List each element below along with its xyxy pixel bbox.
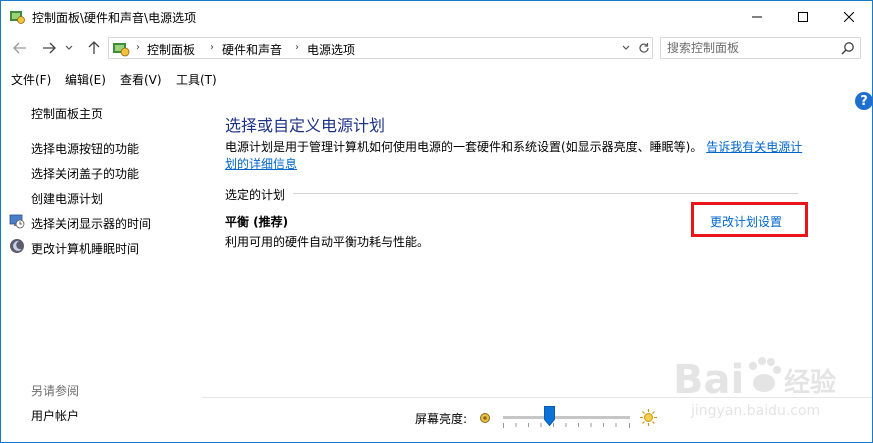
- brightness-slider-ticks: [503, 423, 630, 428]
- help-button[interactable]: ?: [855, 92, 872, 110]
- brightness-label: 屏幕亮度:: [415, 412, 468, 426]
- create-power-plan-link[interactable]: 创建电源计划: [31, 190, 103, 207]
- sleep-moon-icon: [10, 239, 24, 253]
- refresh-icon: [639, 43, 649, 53]
- up-button[interactable]: [84, 38, 104, 58]
- menu-edit[interactable]: 编辑(E): [65, 71, 106, 88]
- watermark-brand: Bai: [673, 357, 744, 403]
- search-icon: [841, 42, 854, 55]
- brightness-low-icon: [480, 413, 490, 423]
- control-panel-icon: [113, 43, 130, 57]
- watermark-url: jingyan.baidu.com: [690, 403, 820, 419]
- search-box[interactable]: [660, 37, 861, 59]
- plan-description: 利用可用的硬件自动平衡功耗与性能。: [225, 235, 430, 249]
- navigation-bar: › 控制面板 › 硬件和声音 › 电源选项: [1, 32, 872, 64]
- lid-close-function-link[interactable]: 选择关闭盖子的功能: [31, 165, 139, 182]
- brightness-slider-track[interactable]: [503, 416, 630, 419]
- breadcrumb-power-options[interactable]: 电源选项: [307, 41, 355, 58]
- minimize-button[interactable]: [734, 1, 780, 32]
- arrow-up-icon: [88, 41, 100, 54]
- breadcrumb-hardware-sound[interactable]: 硬件和声音: [222, 41, 282, 58]
- control-panel-app-icon: [10, 11, 25, 24]
- display-off-time-link[interactable]: 选择关闭显示器的时间: [31, 215, 151, 232]
- sleep-time-link[interactable]: 更改计算机睡眠时间: [31, 240, 139, 257]
- close-icon: [844, 11, 854, 22]
- page-title: 选择或自定义电源计划: [225, 116, 386, 135]
- brightness-slider-thumb[interactable]: [544, 406, 555, 426]
- chevron-down-icon: [622, 45, 630, 50]
- description-text: 电源计划是用于管理计算机如何使用电源的一套硬件和系统设置(如显示器亮度、睡眠等)…: [225, 140, 703, 154]
- baidu-jingyan-watermark: Bai 经验 jingyan.baidu.com: [673, 357, 836, 419]
- power-button-function-link[interactable]: 选择电源按钮的功能: [31, 140, 139, 157]
- task-pane: 控制面板主页 选择电源按钮的功能 选择关闭盖子的功能 创建电源计划 选择关闭显示…: [1, 88, 202, 442]
- section-divider: [293, 193, 798, 194]
- selected-plan-heading: 选定的计划: [225, 188, 286, 202]
- arrow-left-icon: [13, 42, 26, 54]
- recent-locations-button[interactable]: [63, 38, 75, 58]
- breadcrumb-control-panel[interactable]: 控制面板: [147, 41, 195, 58]
- menu-tools[interactable]: 工具(T): [176, 71, 217, 88]
- user-accounts-link[interactable]: 用户帐户: [31, 407, 79, 424]
- display-timer-icon: [9, 214, 25, 229]
- paw-icon: [749, 357, 781, 392]
- see-also-heading: 另请参阅: [31, 384, 80, 398]
- maximize-button[interactable]: [780, 1, 826, 32]
- watermark-brand-cn: 经验: [784, 367, 836, 398]
- close-button[interactable]: [826, 1, 872, 32]
- menu-bar: 文件(F) 编辑(E) 查看(V) 工具(T): [1, 64, 872, 88]
- search-input[interactable]: [667, 40, 832, 56]
- chevron-down-icon: [65, 45, 73, 50]
- control-panel-home-link[interactable]: 控制面板主页: [31, 105, 103, 122]
- breadcrumb-separator: ›: [210, 42, 214, 53]
- arrow-right-icon: [43, 42, 56, 54]
- address-history-dropdown[interactable]: [618, 39, 634, 57]
- highlight-annotation-box: [691, 202, 808, 237]
- refresh-button[interactable]: [636, 39, 652, 57]
- breadcrumb-separator: ›: [136, 42, 140, 53]
- menu-view[interactable]: 查看(V): [120, 71, 162, 88]
- address-bar[interactable]: › 控制面板 › 硬件和声音 › 电源选项: [108, 37, 653, 59]
- minimize-icon: [752, 16, 762, 17]
- menu-file[interactable]: 文件(F): [11, 71, 51, 88]
- forward-button[interactable]: [39, 38, 59, 58]
- power-options-window: 控制面板\硬件和声音\电源选项 › 控制面板 › 硬件和声音 › 电源选项 搜索…: [0, 0, 873, 443]
- back-button[interactable]: [10, 38, 30, 58]
- page-description: 电源计划是用于管理计算机如何使用电源的一套硬件和系统设置(如显示器亮度、睡眠等)…: [225, 139, 805, 173]
- breadcrumb-separator: ›: [295, 42, 299, 53]
- window-title: 控制面板\硬件和声音\电源选项: [32, 11, 197, 25]
- brightness-high-icon: [640, 409, 657, 426]
- maximize-icon: [798, 11, 808, 22]
- title-bar[interactable]: 控制面板\硬件和声音\电源选项: [1, 1, 872, 32]
- plan-name: 平衡 (推荐): [225, 215, 289, 229]
